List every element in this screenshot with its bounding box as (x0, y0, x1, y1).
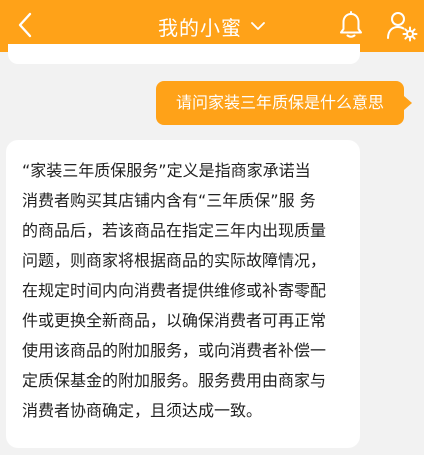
chevron-down-icon (250, 21, 266, 31)
message-line: 在规定时间内向消费者提供维修或补寄零配 (22, 281, 327, 300)
bell-icon (340, 11, 362, 38)
message-line: “家装三年质保服务”定义是指商家承诺当 (22, 161, 311, 180)
user-settings-button[interactable] (385, 9, 419, 43)
message-line: 的商品后，若该商品在指定三年内出现质量 (22, 221, 327, 240)
previous-message-bubble (8, 44, 360, 64)
user-settings-icon (387, 12, 418, 42)
message-line: 问题，则商家将根据商品的实际故障情况， (22, 251, 327, 270)
title-dropdown-button[interactable]: 我的小蜜 (158, 12, 266, 41)
message-line: 消费者购买其店铺内含有“三年质保”服 务 (22, 191, 316, 210)
outgoing-message: 请问家装三年质保是什么意思 (155, 81, 412, 125)
chevron-left-icon (18, 12, 32, 38)
message-line: 消费者协商确定，且须达成一致。 (22, 401, 263, 420)
page-title: 我的小蜜 (158, 15, 242, 40)
incoming-message-bubble: “家装三年质保服务”定义是指商家承诺当 消费者购买其店铺内含有“三年质保”服 务… (6, 140, 360, 448)
notification-button[interactable] (336, 9, 366, 41)
outgoing-message-bubble: 请问家装三年质保是什么意思 (155, 81, 404, 125)
bubble-tail (404, 96, 412, 110)
message-line: 件或更换全新商品，以确保消费者可再正常 (22, 311, 327, 330)
message-line: 使用该商品的附加服务，或向消费者补偿一 (22, 341, 327, 360)
back-button[interactable] (10, 10, 40, 40)
message-line: 定质保基金的附加服务。服务费用由商家与 (22, 371, 327, 390)
